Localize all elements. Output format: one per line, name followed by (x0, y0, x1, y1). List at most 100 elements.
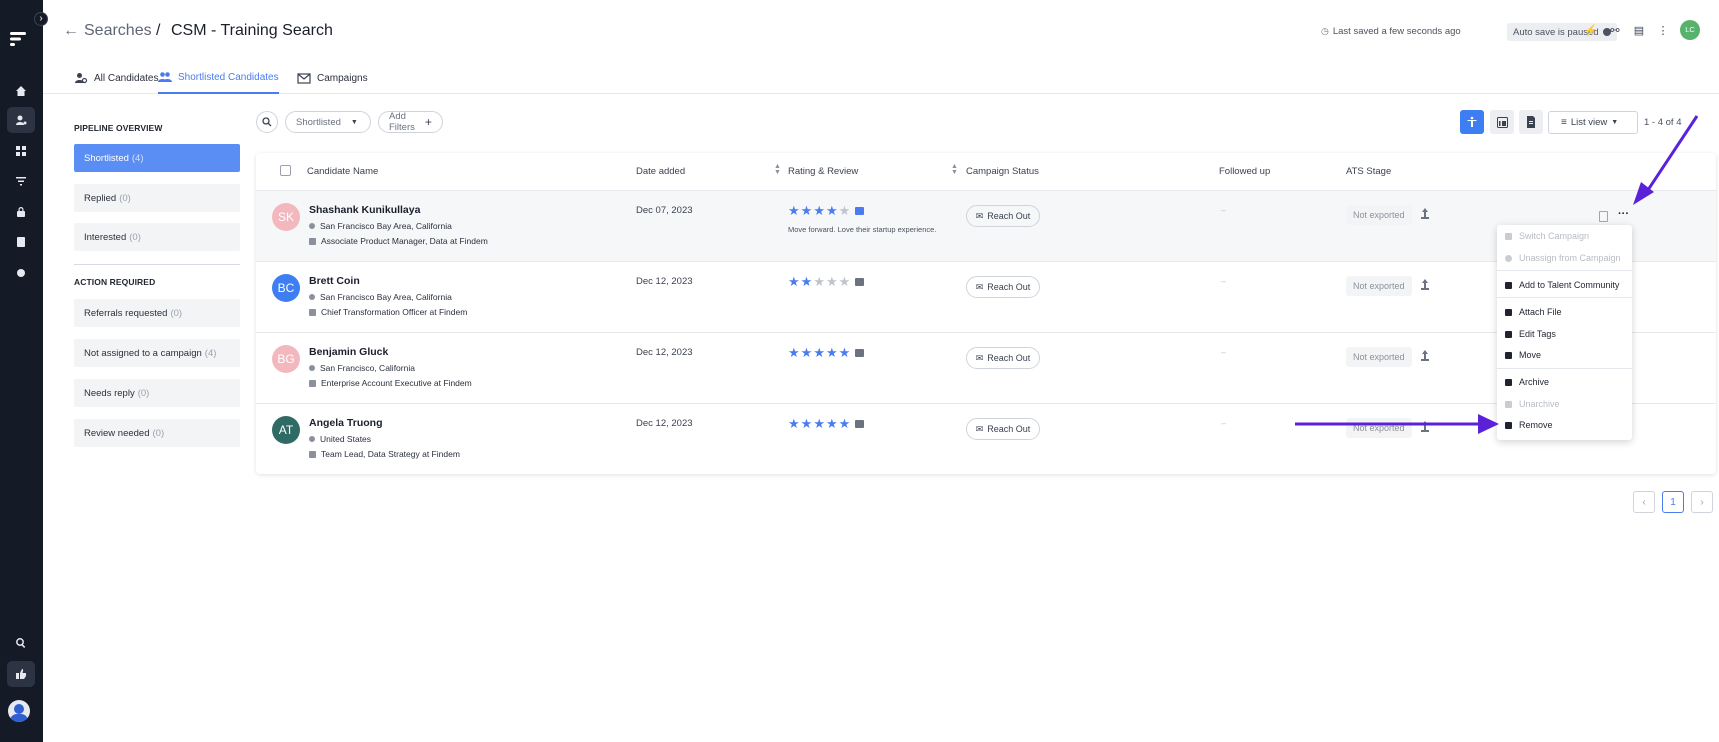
role-text: Associate Product Manager, Data at Finde… (321, 236, 488, 246)
sort-icon[interactable]: ▲ ▼ (951, 163, 958, 176)
candidate-name[interactable]: Shashank Kunikullaya (309, 204, 420, 216)
pipeline-item-replied[interactable]: Replied (0) (74, 184, 240, 212)
tab-campaigns[interactable]: Campaigns (297, 62, 368, 94)
star-rating[interactable]: ★ ★ ★ ★ ★ (788, 416, 865, 432)
column-header-campaign-status[interactable]: Campaign Status (966, 166, 1039, 177)
star-rating[interactable]: ★ ★ ★ ★ ★ (788, 203, 865, 219)
lock-icon[interactable] (7, 199, 35, 225)
more-actions-icon[interactable]: ··· (1618, 208, 1629, 220)
sort-icon[interactable]: ▲ ▼ (774, 163, 781, 176)
search-icon[interactable] (7, 630, 35, 656)
column-header-date-added[interactable]: Date added (636, 166, 685, 177)
document-icon[interactable]: ▤ (1632, 24, 1646, 38)
export-to-ats-icon[interactable] (1421, 279, 1429, 290)
filter-icon[interactable] (7, 168, 35, 194)
pagination-page[interactable]: 1 (1662, 491, 1684, 513)
menu-item-remove[interactable]: Remove (1497, 415, 1632, 435)
export-doc-button[interactable] (1519, 110, 1543, 134)
review-note-icon[interactable] (855, 420, 865, 428)
tab-shortlisted-candidates[interactable]: Shortlisted Candidates (158, 62, 279, 94)
pipeline-item-shortlisted[interactable]: Shortlisted (4) (74, 144, 240, 172)
pagination-next[interactable]: › (1691, 491, 1713, 513)
select-all-checkbox[interactable] (280, 165, 291, 176)
autosave-badge[interactable]: Auto save is paused (1507, 23, 1617, 41)
breadcrumb-searches[interactable]: Searches (84, 22, 152, 40)
menu-item-unassign-campaign[interactable]: Unassign from Campaign (1497, 248, 1632, 268)
menu-item-move[interactable]: Move (1497, 345, 1632, 365)
menu-item-archive[interactable]: Archive (1497, 372, 1632, 392)
accessibility-icon (1467, 116, 1477, 127)
column-header-candidate-name[interactable]: Candidate Name (307, 166, 378, 177)
dashboard-icon[interactable] (7, 138, 35, 164)
pipeline-item-label: Interested (84, 231, 127, 243)
reach-out-button[interactable]: ✉ Reach Out (966, 276, 1040, 298)
menu-item-attach-file[interactable]: Attach File (1497, 302, 1632, 322)
unarchive-icon (1505, 401, 1512, 408)
export-to-ats-icon[interactable] (1421, 421, 1429, 432)
menu-item-add-to-talent-community[interactable]: Add to Talent Community (1497, 275, 1632, 295)
candidate-name[interactable]: Brett Coin (309, 275, 360, 287)
document-icon[interactable] (1599, 211, 1608, 222)
menu-item-label: Edit Tags (1519, 329, 1556, 339)
review-note-icon[interactable] (855, 278, 865, 286)
menu-item-switch-campaign[interactable]: Switch Campaign (1497, 226, 1632, 246)
accessibility-view-button[interactable] (1460, 110, 1484, 134)
action-item-referrals[interactable]: Referrals requested (0) (74, 299, 240, 327)
candidate-location: San Francisco Bay Area, California (309, 292, 452, 302)
mail-icon: ✉ (975, 423, 984, 434)
clock-icon: ◷ (1321, 26, 1329, 36)
candidate-name[interactable]: Angela Truong (309, 417, 383, 429)
date-added: Dec 12, 2023 (636, 276, 693, 287)
action-item-not-assigned[interactable]: Not assigned to a campaign (4) (74, 339, 240, 367)
add-filters-button[interactable]: Add Filters + (378, 111, 443, 133)
reach-out-button[interactable]: ✉ Reach Out (966, 347, 1040, 369)
pipeline-item-interested[interactable]: Interested (0) (74, 223, 240, 251)
view-mode-dropdown[interactable]: ≡ List view ▼ (1548, 111, 1638, 134)
tab-bar: All Candidates Shortlisted Candidates Ca… (43, 62, 1719, 94)
export-to-ats-icon[interactable] (1421, 350, 1429, 361)
candidate-name[interactable]: Benjamin Gluck (309, 346, 388, 358)
review-note-icon[interactable] (855, 207, 865, 215)
status-filter-dropdown[interactable]: Shortlisted ▼ (285, 111, 371, 133)
action-item-review-needed[interactable]: Review needed (0) (74, 419, 240, 447)
reach-out-button[interactable]: ✉ Reach Out (966, 205, 1040, 227)
action-item-needs-reply[interactable]: Needs reply (0) (74, 379, 240, 407)
user-avatar[interactable]: LC (1680, 20, 1700, 40)
menu-item-label: Attach File (1519, 307, 1562, 317)
menu-item-edit-tags[interactable]: Edit Tags (1497, 324, 1632, 344)
link-icon[interactable]: ⚯ (1608, 24, 1622, 38)
pagination-prev[interactable]: ‹ (1633, 491, 1655, 513)
feedback-icon[interactable] (7, 661, 35, 687)
searches-icon[interactable] (7, 107, 35, 133)
unassign-icon (1505, 255, 1512, 262)
avatar: SK (272, 203, 300, 231)
export-to-ats-icon[interactable] (1421, 208, 1429, 219)
back-arrow-icon[interactable]: ← (63, 22, 79, 40)
star-rating[interactable]: ★ ★ ★ ★ ★ (788, 345, 865, 361)
review-note-icon[interactable] (855, 349, 865, 357)
lightning-icon[interactable]: ⚡ (1584, 24, 1598, 38)
menu-item-label: Archive (1519, 377, 1550, 387)
search-button[interactable] (256, 111, 278, 133)
more-vertical-icon[interactable]: ⋮ (1656, 24, 1670, 38)
followed-up-value: – (1221, 347, 1227, 357)
star-rating[interactable]: ★ ★ ★ ★ ★ (788, 274, 865, 290)
action-required-title: ACTION REQUIRED (74, 277, 156, 287)
linkedin-icon (1496, 116, 1508, 128)
menu-divider (1497, 368, 1632, 369)
profile-avatar[interactable] (8, 700, 30, 722)
home-icon[interactable] (7, 78, 35, 104)
column-header-ats-stage[interactable]: ATS Stage (1346, 166, 1391, 177)
tab-all-candidates[interactable]: All Candidates (74, 62, 158, 94)
settings-icon[interactable] (7, 260, 35, 286)
column-header-rating-review[interactable]: Rating & Review (788, 166, 858, 177)
reach-out-label: Reach Out (987, 282, 1031, 292)
column-header-followed-up[interactable]: Followed up (1219, 166, 1270, 177)
reach-out-button[interactable]: ✉ Reach Out (966, 418, 1040, 440)
linkedin-button[interactable] (1490, 110, 1514, 134)
app-logo[interactable] (10, 30, 28, 53)
menu-item-unarchive[interactable]: Unarchive (1497, 394, 1632, 414)
menu-item-label: Move (1519, 350, 1542, 360)
contacts-icon[interactable] (7, 229, 35, 255)
action-item-label: Review needed (84, 427, 150, 439)
